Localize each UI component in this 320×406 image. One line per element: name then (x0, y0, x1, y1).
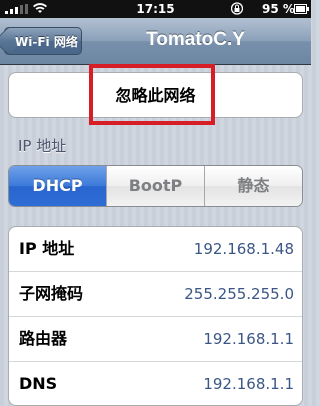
detail-row-subnet-mask: 子网掩码 255.255.255.0 (9, 272, 302, 317)
highlight-annotation-box (89, 64, 215, 125)
back-button-label: Wi-Fi 网络 (15, 35, 78, 49)
back-button[interactable]: Wi-Fi 网络 (4, 27, 82, 55)
status-bar: 17:15 95 % (0, 0, 311, 18)
segment-bootp[interactable]: BootP (106, 166, 204, 206)
ip-section-header: IP 地址 (18, 137, 67, 155)
detail-value: 192.168.1.1 (203, 330, 294, 348)
ip-mode-segmented-control: DHCP BootP 静态 (8, 165, 303, 207)
battery-icon (294, 4, 309, 14)
detail-value: 192.168.1.1 (203, 375, 294, 393)
battery-percent: 95 % (262, 2, 295, 16)
segment-static[interactable]: 静态 (204, 166, 302, 206)
detail-value: 192.168.1.48 (193, 240, 294, 258)
ip-details-group: IP 地址 192.168.1.48 子网掩码 255.255.255.0 路由… (8, 226, 303, 406)
detail-label: 路由器 (19, 329, 68, 348)
detail-value: 255.255.255.0 (184, 285, 294, 303)
orientation-lock-icon (231, 2, 243, 15)
detail-row-dns[interactable]: DNS 192.168.1.1 (9, 362, 302, 405)
detail-label: IP 地址 (19, 239, 75, 258)
detail-row-ip-address: IP 地址 192.168.1.48 (9, 227, 302, 272)
detail-row-router: 路由器 192.168.1.1 (9, 317, 302, 362)
detail-label: DNS (19, 374, 58, 393)
segment-dhcp[interactable]: DHCP (9, 166, 106, 206)
page-title: TomatoC.Y (146, 29, 245, 50)
navigation-bar: Wi-Fi 网络 TomatoC.Y (0, 18, 311, 65)
detail-label: 子网掩码 (19, 284, 84, 303)
